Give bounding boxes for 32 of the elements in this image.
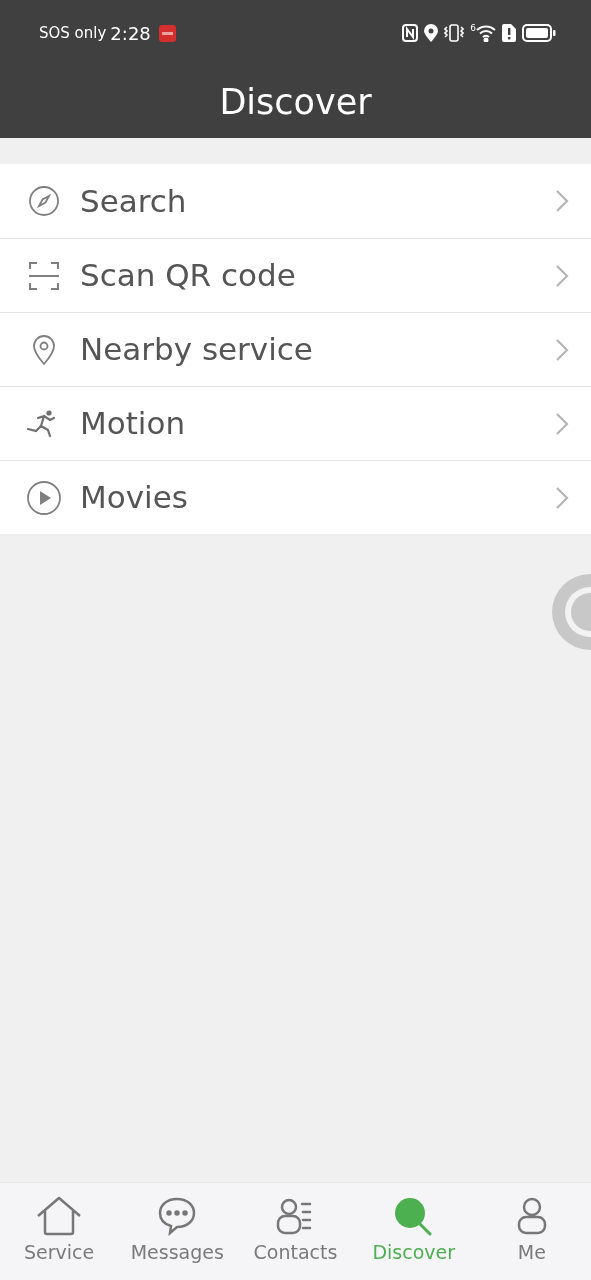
location-icon bbox=[424, 24, 439, 42]
chevron-right-icon bbox=[555, 411, 569, 436]
scan-icon bbox=[28, 259, 60, 292]
wifi-generation-text: 6 bbox=[470, 24, 476, 33]
play-icon bbox=[26, 479, 62, 516]
nfc-icon bbox=[402, 24, 419, 42]
tab-item[interactable]: Contacts bbox=[236, 1183, 355, 1280]
app-notification-icon bbox=[158, 24, 176, 42]
clock-time: 2:28 bbox=[110, 21, 151, 46]
tab-item[interactable]: Messages bbox=[118, 1183, 237, 1280]
home-icon bbox=[36, 1196, 83, 1237]
sim-alert-icon bbox=[502, 24, 516, 42]
page-title: Discover bbox=[219, 80, 372, 124]
vibrate-icon bbox=[444, 23, 465, 43]
compass-icon bbox=[28, 185, 60, 217]
menu-item[interactable]: Search bbox=[0, 164, 591, 238]
menu-item[interactable]: Scan QR code bbox=[0, 238, 591, 312]
wifi-icon bbox=[476, 24, 496, 42]
chevron-right-icon bbox=[555, 189, 569, 213]
carrier-text: SOS only bbox=[39, 22, 107, 44]
menu-item[interactable]: Nearby service bbox=[0, 312, 591, 386]
chevron-right-icon bbox=[555, 263, 569, 288]
chat-bubble-icon bbox=[157, 1196, 198, 1237]
menu-item[interactable]: Movies bbox=[0, 460, 591, 534]
chevron-right-icon bbox=[555, 485, 569, 510]
floating-assist-button[interactable] bbox=[552, 574, 591, 650]
battery-icon bbox=[522, 24, 556, 42]
chevron-right-icon bbox=[555, 337, 569, 362]
person-icon bbox=[515, 1196, 548, 1237]
menu-item[interactable]: Motion bbox=[0, 386, 591, 460]
tab-item[interactable]: Me bbox=[472, 1183, 591, 1280]
tab-item[interactable]: Service bbox=[0, 1183, 119, 1280]
